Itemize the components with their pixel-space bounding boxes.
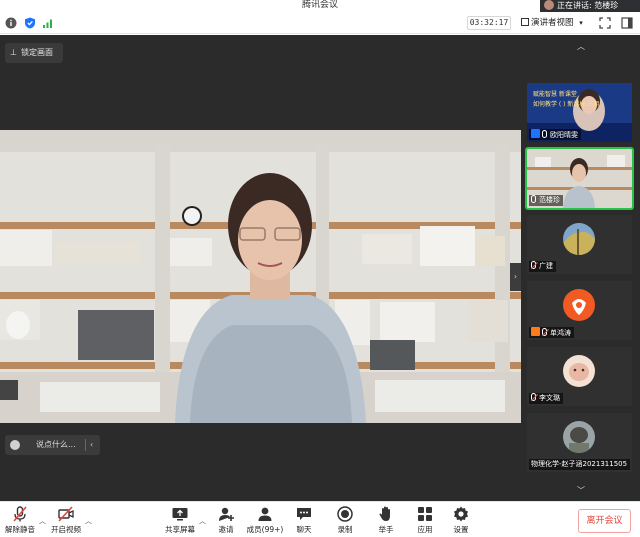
chevron-up-icon[interactable]: ︿ <box>39 516 46 526</box>
emoji-icon[interactable] <box>10 440 20 450</box>
divider <box>85 439 86 451</box>
unmute-label: 解除静音 <box>5 525 35 534</box>
chevron-up-icon[interactable]: ︿ <box>199 516 206 526</box>
start-video-label: 开启视频 <box>51 525 81 534</box>
record-button[interactable]: 录制 <box>325 505 365 535</box>
user-icon <box>531 327 540 336</box>
members-button[interactable]: 成员(99+) <box>245 505 285 535</box>
scroll-up-icon[interactable]: ︿ <box>573 41 589 53</box>
user-icon <box>531 129 540 138</box>
unmute-button[interactable]: 解除静音 <box>0 505 40 535</box>
apps-icon <box>418 507 432 521</box>
participant-tile[interactable]: 单鸿涛 <box>527 281 632 340</box>
mic-muted-icon <box>531 393 536 401</box>
chat-icon <box>297 508 311 520</box>
speaking-indicator: 正在讲话: 范楼珍 <box>540 0 640 12</box>
info-icon[interactable] <box>5 17 17 29</box>
layout-icon <box>521 18 529 26</box>
participant-name: 单鸿涛 <box>550 329 571 337</box>
participant-tile-active[interactable]: 范楼珍 <box>525 147 634 210</box>
shield-icon[interactable] <box>24 17 36 29</box>
view-switcher[interactable]: 演讲者视图 ▾ <box>521 16 591 30</box>
raise-hand-button[interactable]: 举手 <box>366 505 406 535</box>
sidebar-toggle-icon[interactable] <box>621 17 633 29</box>
lock-view-label: 锁定画面 <box>20 48 53 57</box>
raise-hand-label: 举手 <box>378 525 394 534</box>
avatar <box>563 421 595 453</box>
video-off-icon <box>58 506 74 522</box>
chevron-down-icon: ▾ <box>579 19 583 27</box>
participant-tile[interactable]: 广建 <box>527 215 632 274</box>
participant-name: 物理化学-赵子涵2021311505 <box>531 460 628 468</box>
start-video-button[interactable]: 开启视频 <box>46 505 86 535</box>
mic-muted-icon <box>13 506 27 522</box>
lock-view-button[interactable]: ⊥ 锁定画面 <box>5 43 63 63</box>
mic-icon <box>531 195 536 203</box>
members-label: 成员(99+) <box>246 525 284 534</box>
signal-icon[interactable] <box>42 17 54 29</box>
speaker-video <box>0 130 521 423</box>
scroll-down-icon[interactable]: ﹀ <box>573 485 589 497</box>
mic-muted-icon <box>531 261 536 269</box>
participant-label: 范楼珍 <box>529 195 563 206</box>
record-icon <box>337 506 353 522</box>
participant-tile[interactable]: 物理化学-赵子涵2021311505 <box>527 413 632 472</box>
participant-name: 李文璐 <box>539 394 560 402</box>
view-label: 演讲者视图 <box>531 18 574 28</box>
share-screen-icon <box>172 508 188 521</box>
panel-collapse-button[interactable]: › <box>510 263 521 291</box>
fullscreen-icon[interactable] <box>599 17 611 29</box>
chevron-left-icon[interactable]: ‹ <box>90 435 93 455</box>
speaking-name: 范楼珍 <box>594 1 619 10</box>
top-toolbar: 03:32:17 演讲者视图 ▾ <box>0 12 640 34</box>
slide-title-line1: 赋能智慧 新课堂 <box>533 91 577 98</box>
participant-name: 范楼珍 <box>539 196 560 204</box>
invite-button[interactable]: 邀请 <box>206 505 246 535</box>
participant-label: 物理化学-赵子涵2021311505 <box>529 459 631 470</box>
raise-hand-icon <box>379 506 390 521</box>
title-bar: 腾讯会议 正在讲话: 范楼珍 <box>0 0 640 12</box>
avatar <box>563 355 595 387</box>
settings-button[interactable]: 设置 <box>441 505 481 535</box>
speaking-prefix: 正在讲话: <box>557 1 595 10</box>
pin-icon: ⊥ <box>10 48 17 57</box>
participant-label: 单鸿涛 <box>529 327 574 338</box>
avatar <box>563 289 595 321</box>
control-bar: 解除静音 ︿ 开启视频 ︿ 共享屏幕 ︿ 邀请 成员(99+) 聊天 录制 举手… <box>0 501 640 537</box>
mic-icon <box>542 130 547 138</box>
speaker-avatar <box>544 0 554 10</box>
participant-name: 广建 <box>539 262 553 270</box>
chat-button[interactable]: 聊天 <box>284 505 324 535</box>
apps-button[interactable]: 应用 <box>405 505 445 535</box>
share-screen-label: 共享屏幕 <box>165 525 195 534</box>
leave-meeting-button[interactable]: 离开会议 <box>578 509 631 533</box>
meeting-timer: 03:32:17 <box>467 16 511 30</box>
chat-input[interactable]: 说点什么... ‹ <box>5 435 100 455</box>
record-label: 录制 <box>337 525 353 534</box>
slide-title-line2: 如何教学 ( ) 新课标 三期 <box>533 101 600 108</box>
avatar <box>563 223 595 255</box>
gear-icon <box>454 506 468 522</box>
participant-panel: ︿ 赋能智慧 新课堂 如何教学 ( ) 新课标 三期 欧阳晴雯 范楼珍 广建 单… <box>521 35 640 501</box>
settings-label: 设置 <box>453 525 469 534</box>
participant-label: 欧阳晴雯 <box>529 129 581 140</box>
participant-tile[interactable]: 赋能智慧 新课堂 如何教学 ( ) 新课标 三期 欧阳晴雯 <box>527 83 632 142</box>
participant-label: 广建 <box>529 261 556 272</box>
add-user-icon <box>219 507 234 521</box>
chat-placeholder: 说点什么... <box>36 440 76 449</box>
apps-label: 应用 <box>417 525 433 534</box>
share-screen-button[interactable]: 共享屏幕 <box>160 505 200 535</box>
mic-muted-icon <box>542 328 547 336</box>
participant-label: 李文璐 <box>529 393 563 404</box>
chat-label: 聊天 <box>296 525 312 534</box>
main-stage: ⊥ 锁定画面 说点什么... ‹ › <box>0 35 521 501</box>
participant-name: 欧阳晴雯 <box>550 131 578 139</box>
participant-tile[interactable]: 李文璐 <box>527 347 632 406</box>
members-icon <box>258 507 272 521</box>
invite-label: 邀请 <box>218 525 234 534</box>
chevron-up-icon[interactable]: ︿ <box>85 516 92 526</box>
